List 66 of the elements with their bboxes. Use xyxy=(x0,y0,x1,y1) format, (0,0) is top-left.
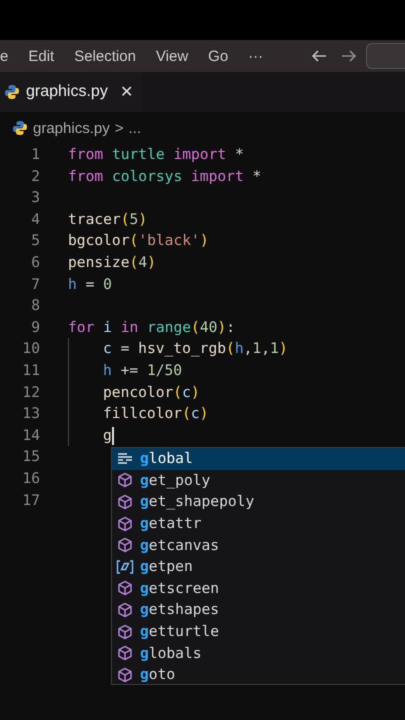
suggestion-item[interactable]: get_shapepoly xyxy=(112,491,405,513)
suggestion-item[interactable]: getattr xyxy=(112,512,405,534)
line-number: 11 xyxy=(21,360,40,381)
suggestion-item[interactable]: globals xyxy=(112,642,405,664)
suggestion-item[interactable]: getshapes xyxy=(112,599,405,621)
menu-item[interactable]: Go xyxy=(208,48,228,64)
code-line: c = hsv_to_rgb(h,1,1) xyxy=(103,339,288,360)
suggestion-item[interactable]: getcanvas xyxy=(112,534,405,556)
line-number: 15 xyxy=(21,447,40,468)
line-number: 4 xyxy=(30,210,40,230)
python-icon xyxy=(4,84,20,100)
line-number: 12 xyxy=(21,382,40,403)
suggestion-item[interactable]: goto xyxy=(112,664,405,686)
code-line: pensize(4) xyxy=(68,252,156,273)
forward-arrow-icon[interactable] xyxy=(341,49,358,63)
close-button[interactable]: ✕ xyxy=(120,82,133,102)
line-number: 13 xyxy=(21,404,40,424)
cube-icon xyxy=(116,602,134,618)
cube-icon xyxy=(116,645,134,662)
code-line: fillcolor(c) xyxy=(103,404,208,424)
search-field[interactable] xyxy=(366,43,405,69)
suggestion-item[interactable]: global xyxy=(112,448,405,470)
suggestion-item[interactable]: getpen xyxy=(112,556,405,578)
line-number: 5 xyxy=(30,231,40,252)
code-line: bgcolor('black') xyxy=(68,231,209,252)
cube-icon xyxy=(116,537,134,554)
back-arrow-icon[interactable] xyxy=(311,49,328,63)
line-number: 8 xyxy=(30,296,40,316)
line-number: 7 xyxy=(30,274,40,295)
suggestion-item[interactable]: get_poly xyxy=(112,470,405,492)
code-line: h = 0 xyxy=(68,274,112,295)
menu-item[interactable]: e xyxy=(0,48,8,64)
code-line: from colorsys import * xyxy=(68,166,262,187)
code-line: tracer(5) xyxy=(68,210,148,230)
suggestion-item[interactable]: getturtle xyxy=(112,620,405,642)
code-line: for i in range(40): xyxy=(68,318,235,338)
line-number: 17 xyxy=(21,490,40,510)
python-icon xyxy=(12,120,28,136)
cube-icon xyxy=(116,624,134,640)
code-line: g xyxy=(103,426,112,446)
cube-icon xyxy=(116,494,134,510)
code-line: from turtle import * xyxy=(68,145,244,165)
line-number: 10 xyxy=(21,339,40,360)
breadcrumb-item[interactable]: graphics.py xyxy=(33,120,110,136)
line-number: 6 xyxy=(30,252,40,273)
cube-icon xyxy=(116,580,134,596)
cube-icon xyxy=(116,516,134,532)
line-number: 3 xyxy=(30,188,40,208)
menu-item[interactable]: Selection xyxy=(74,48,136,64)
line-number: 2 xyxy=(30,166,40,187)
cube-icon xyxy=(116,472,134,488)
menu-item[interactable]: View xyxy=(156,48,188,64)
line-number: 14 xyxy=(21,426,40,446)
code-line: h += 1/50 xyxy=(103,360,182,381)
line-number: 9 xyxy=(30,318,40,338)
breadcrumb-item[interactable]: ... xyxy=(128,120,141,136)
suggestion-item[interactable]: getscreen xyxy=(112,578,405,600)
variable-icon xyxy=(116,560,134,574)
breadcrumb-separator: > xyxy=(114,120,124,136)
code-line: pencolor(c) xyxy=(103,382,200,403)
menu-item[interactable]: Edit xyxy=(28,48,54,64)
line-number: 16 xyxy=(21,468,40,489)
cube-icon xyxy=(116,666,134,683)
keyword-icon xyxy=(116,452,134,466)
line-number: 1 xyxy=(30,145,40,165)
menu-item[interactable]: ··· xyxy=(248,48,264,64)
